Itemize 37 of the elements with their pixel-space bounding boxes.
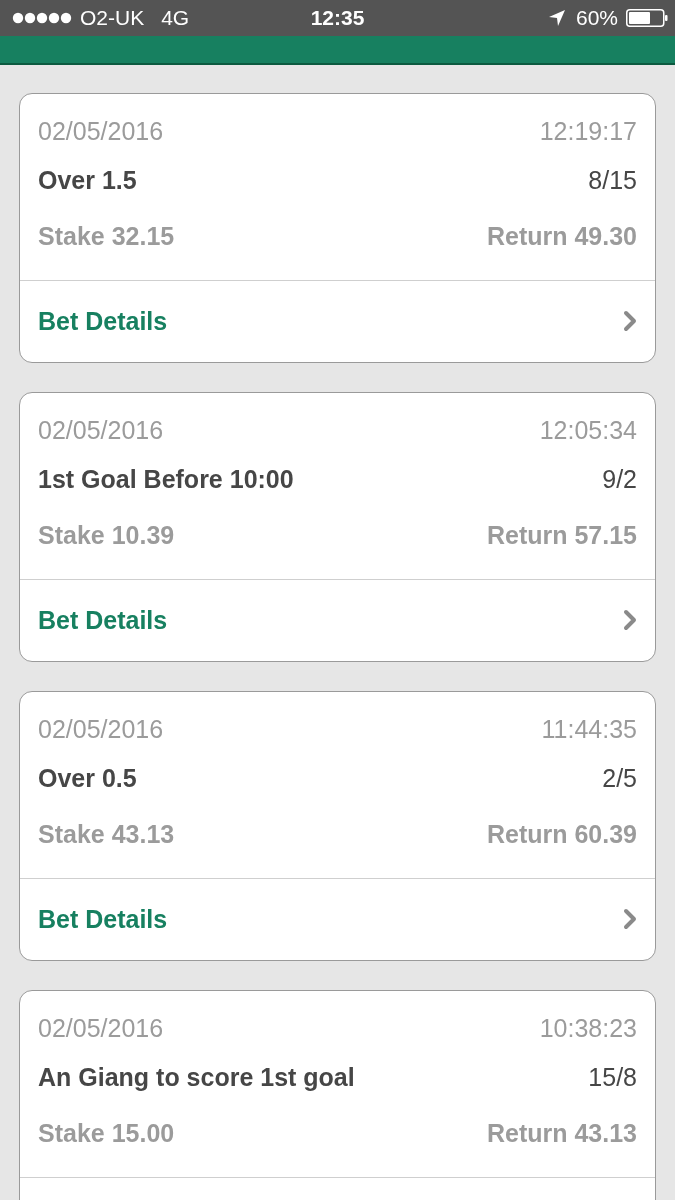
return-amount: Return 49.30	[486, 221, 637, 251]
bet-details-button[interactable]: Bet Details	[20, 281, 655, 361]
bet-date: 02/05/2016	[38, 415, 164, 445]
bet-time: 12:19:17	[539, 116, 637, 146]
bet-odds: 8/15	[588, 165, 637, 195]
bet-time: 12:05:34	[539, 415, 637, 445]
stake-amount: Stake 15.00	[38, 1118, 175, 1148]
clock-time: 12:35	[310, 6, 365, 30]
chevron-right-icon	[623, 609, 637, 631]
bet-odds: 9/2	[602, 464, 637, 494]
chevron-right-icon	[623, 908, 637, 930]
return-amount: Return 60.39	[486, 819, 637, 849]
return-amount: Return 43.13	[486, 1118, 637, 1148]
bet-selection: An Giang to score 1st goal	[38, 1062, 355, 1092]
return-amount: Return 57.15	[486, 520, 637, 550]
stake-amount: Stake 43.13	[38, 819, 175, 849]
bet-date: 02/05/2016	[38, 1013, 164, 1043]
battery-icon	[626, 9, 668, 27]
carrier-name: O2-UK	[80, 6, 145, 30]
bet-time: 11:44:35	[541, 714, 637, 744]
bet-selection: Over 1.5	[38, 165, 137, 195]
battery-percent: 60%	[575, 6, 618, 30]
bet-odds: 2/5	[602, 763, 637, 793]
location-arrow-icon	[547, 9, 566, 27]
bet-odds: 15/8	[588, 1062, 637, 1092]
bet-details-button[interactable]: Bet Details	[20, 580, 655, 660]
stake-amount: Stake 32.15	[38, 221, 175, 251]
bet-selection: Over 0.5	[38, 763, 137, 793]
bet-details-button[interactable]: Bet Details	[20, 879, 655, 959]
bet-date: 02/05/2016	[38, 116, 164, 146]
network-type: 4G	[161, 6, 190, 30]
signal-strength-icon	[12, 12, 72, 24]
bet-date: 02/05/2016	[38, 714, 164, 744]
bet-selection: 1st Goal Before 10:00	[38, 464, 294, 494]
stake-amount: Stake 10.39	[38, 520, 175, 550]
chevron-right-icon	[623, 310, 637, 332]
bet-time: 10:38:23	[539, 1013, 637, 1043]
